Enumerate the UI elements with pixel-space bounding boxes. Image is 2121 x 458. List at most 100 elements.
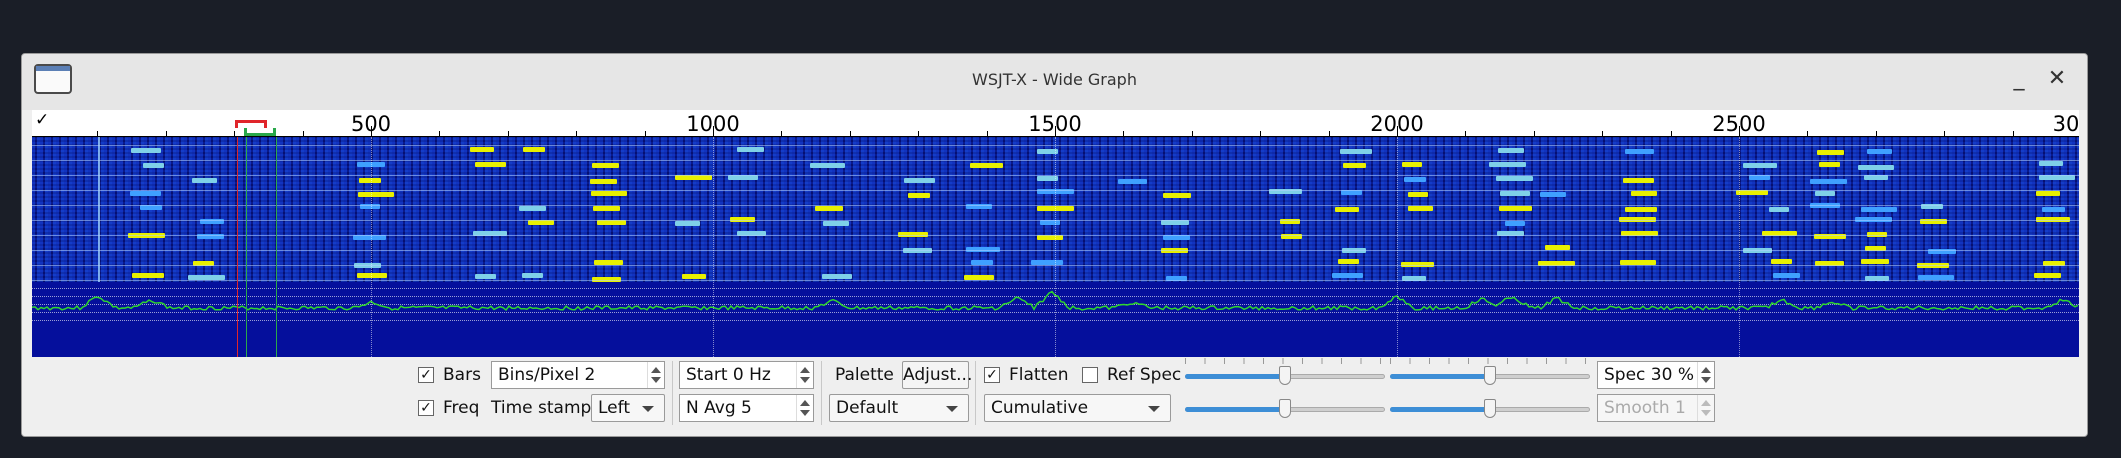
scale-tick — [1123, 131, 1125, 136]
scale-tick — [849, 131, 851, 136]
freq-label-1500: 1500 — [1028, 112, 1082, 136]
spec-percent-value: Spec 30 % — [1604, 365, 1694, 385]
signal-trace — [1861, 207, 1898, 212]
signal-trace — [815, 206, 844, 211]
minimize-button[interactable]: _ — [2005, 66, 2033, 94]
signal-trace — [809, 163, 845, 168]
signal-trace — [682, 274, 707, 279]
waterfall-graph[interactable]: ✓ 500 1000 1500 2000 2500 30 — [32, 110, 2079, 357]
flatten-checkbox[interactable]: ✓ — [984, 367, 1000, 383]
scale-tick — [1328, 131, 1330, 136]
bins-per-pixel-spinbox[interactable]: Bins/Pixel 2 — [491, 361, 665, 389]
signal-trace — [130, 191, 162, 196]
signal-trace — [522, 147, 545, 152]
signal-trace — [1496, 176, 1534, 181]
spectrum-type-combobox[interactable]: Cumulative — [984, 394, 1171, 422]
scale-tick — [97, 131, 99, 136]
wide-graph-window: WSJT-X - Wide Graph _ ✕ ✓ 500 1000 1500 … — [21, 53, 2088, 437]
title-bar[interactable]: WSJT-X - Wide Graph _ ✕ — [22, 54, 2087, 110]
n-avg-spinbox[interactable]: N Avg 5 — [679, 394, 814, 422]
ref-spec-checkbox[interactable] — [1082, 367, 1098, 383]
signal-trace — [1500, 191, 1531, 196]
zero-slider-2[interactable] — [1185, 399, 1385, 418]
gain-slider-2[interactable] — [1390, 399, 1590, 418]
palette-label: Palette — [835, 365, 894, 385]
signal-trace — [674, 221, 700, 226]
palette-combobox[interactable]: Default — [829, 394, 969, 422]
scale-tick — [302, 131, 304, 136]
scale-tick — [165, 131, 167, 136]
slider-handle[interactable] — [1484, 366, 1496, 385]
signal-trace — [1816, 150, 1844, 155]
signal-trace — [1488, 162, 1526, 167]
chevron-down-icon — [946, 406, 958, 412]
slider-handle[interactable] — [1279, 399, 1291, 418]
timestamp-combobox[interactable]: Left — [591, 394, 665, 422]
signal-trace — [821, 274, 852, 279]
signal-trace — [475, 162, 507, 167]
zero-slider[interactable] — [1185, 358, 1385, 385]
spec-percent-spinbox[interactable]: Spec 30 % — [1597, 361, 1715, 389]
scale-tick — [1533, 131, 1535, 136]
bars-label: Bars — [443, 365, 481, 385]
freq-label-2000: 2000 — [1370, 112, 1424, 136]
scale-tick — [781, 131, 783, 136]
freq-checkbox[interactable]: ✓ — [418, 400, 434, 416]
flatten-label: Flatten — [1009, 365, 1069, 385]
freq-label-2500: 2500 — [1712, 112, 1766, 136]
gain-slider[interactable] — [1390, 358, 1590, 385]
close-button[interactable]: ✕ — [2043, 66, 2071, 94]
scale-tick — [1944, 131, 1946, 136]
signal-trace — [1818, 162, 1840, 167]
signal-trace — [590, 191, 627, 196]
signal-trace — [908, 193, 931, 198]
controls-panel: ✓ Bars ✓ Freq Bins/Pixel 2 Time stamp Le… — [22, 357, 2087, 436]
signal-trace — [1343, 163, 1367, 168]
signal-trace — [2036, 191, 2061, 196]
signal-trace — [1504, 221, 1525, 226]
frequency-scale[interactable]: ✓ 500 1000 1500 2000 2500 30 — [32, 110, 2079, 137]
start-frequency-spinbox[interactable]: Start 0 Hz — [679, 361, 814, 389]
rx-frequency-bracket[interactable] — [244, 128, 276, 136]
signal-trace — [2038, 161, 2063, 166]
slider-handle[interactable] — [1279, 366, 1291, 385]
tx-frequency-bracket[interactable] — [235, 120, 267, 128]
signal-trace — [1331, 273, 1363, 278]
signal-trace — [470, 147, 495, 152]
smooth-spinbox[interactable]: Smooth 1 — [1597, 394, 1715, 422]
bins-per-pixel-value: Bins/Pixel 2 — [498, 365, 596, 385]
signal-trace — [1624, 149, 1654, 154]
signal-trace — [1743, 163, 1778, 168]
signal-trace — [1408, 206, 1434, 211]
slider-handle[interactable] — [1484, 399, 1496, 418]
signal-trace — [589, 179, 617, 184]
signal-trace — [131, 273, 164, 278]
scale-tick — [644, 131, 646, 136]
palette-value: Default — [836, 398, 899, 418]
signal-trace — [1117, 179, 1147, 184]
signal-trace — [1623, 178, 1655, 183]
signal-trace — [736, 147, 764, 152]
signal-trace — [1630, 191, 1657, 196]
spectrum-type-value: Cumulative — [991, 398, 1089, 418]
timestamp-label: Time stamp — [491, 398, 592, 418]
signal-trace — [1407, 192, 1428, 197]
signal-trace — [823, 221, 850, 226]
signal-trace — [1772, 273, 1800, 278]
chevron-down-icon — [1148, 406, 1160, 412]
n-avg-value: N Avg 5 — [686, 398, 752, 418]
scale-tick — [576, 131, 578, 136]
signal-trace — [1497, 148, 1524, 153]
adjust-palette-button[interactable]: Adjust... — [902, 361, 972, 389]
signal-trace — [1860, 259, 1889, 264]
signal-trace — [1815, 191, 1836, 196]
timestamp-value: Left — [598, 398, 630, 418]
signal-trace — [1769, 207, 1790, 212]
scale-check-icon: ✓ — [35, 110, 50, 130]
signal-trace — [2034, 273, 2062, 278]
signal-trace — [1337, 259, 1359, 264]
signal-trace — [1810, 179, 1848, 184]
smooth-value: Smooth 1 — [1604, 398, 1686, 418]
bars-checkbox[interactable]: ✓ — [418, 367, 434, 383]
signal-trace — [475, 274, 497, 279]
